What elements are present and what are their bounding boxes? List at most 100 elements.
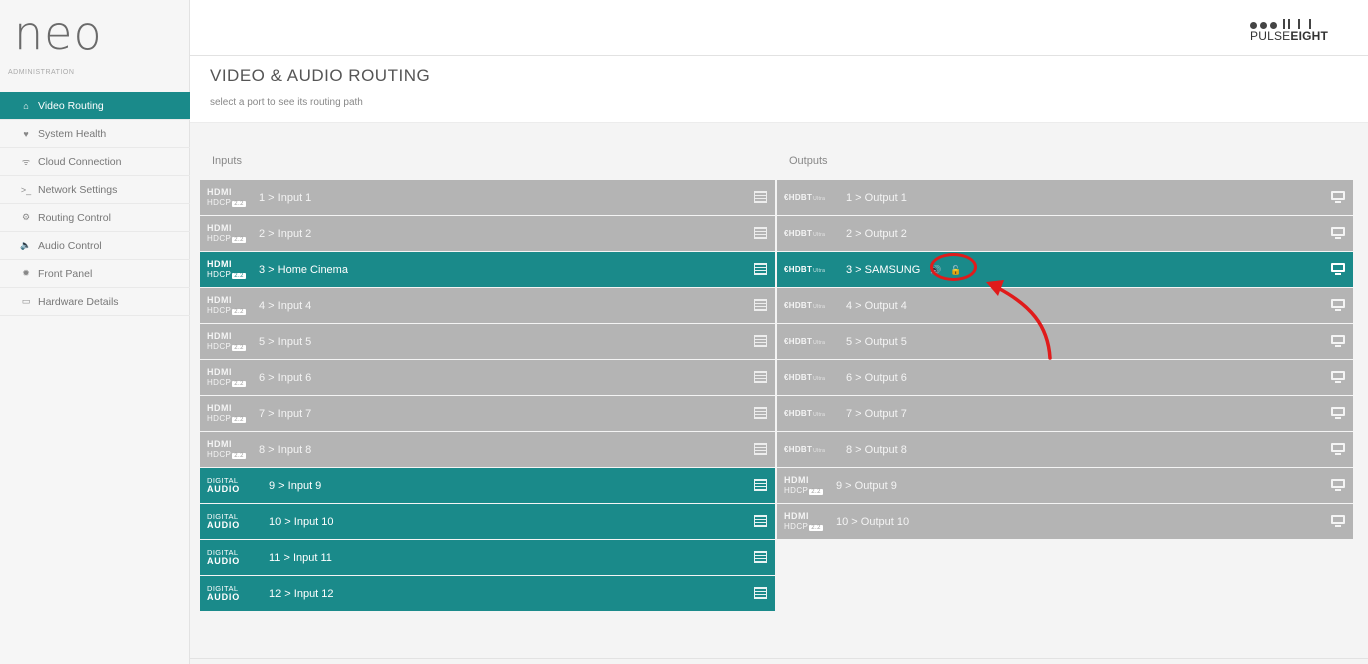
input-port-row[interactable]: HDMI HDCP 2.2 4 > Input 4 xyxy=(200,288,775,323)
input-port-name: 9 > Input 9 xyxy=(269,479,322,492)
hdmi-logo: HDMI HDCP 2.2 xyxy=(784,511,823,531)
hdbaset-logo: €HDBTUltra xyxy=(784,445,826,454)
routing-list-icon[interactable] xyxy=(754,191,767,203)
input-port-row[interactable]: HDMI HDCP 2.2 3 > Home Cinema xyxy=(200,252,775,287)
monitor-icon[interactable] xyxy=(1331,335,1345,348)
routing-list-icon[interactable] xyxy=(754,371,767,383)
inputs-heading: Inputs xyxy=(212,155,242,167)
sun-icon: ✹ xyxy=(22,268,30,278)
hdmi-logo: HDMI HDCP 2.2 xyxy=(207,295,246,315)
hdmi-logo: HDMI HDCP 2.2 xyxy=(207,403,246,423)
digital-audio-logo: DIGITAL AUDIO xyxy=(207,511,240,531)
input-port-row[interactable]: DIGITAL AUDIO 12 > Input 12 xyxy=(200,576,775,611)
digital-audio-logo: DIGITAL AUDIO xyxy=(207,547,240,567)
output-port-row[interactable]: €HDBTUltra 1 > Output 1 xyxy=(777,180,1353,215)
routing-list-icon[interactable] xyxy=(754,551,767,563)
hdmi-logo: HDMI HDCP 2.2 xyxy=(207,223,246,243)
input-port-name: 8 > Input 8 xyxy=(259,443,312,456)
output-port-name: 10 > Output 10 xyxy=(836,515,910,528)
input-port-row[interactable]: DIGITAL AUDIO 9 > Input 9 xyxy=(200,468,775,503)
input-port-row[interactable]: HDMI HDCP 2.2 2 > Input 2 xyxy=(200,216,775,251)
output-port-row[interactable]: €HDBTUltra 7 > Output 7 xyxy=(777,396,1353,431)
input-port-name: 1 > Input 1 xyxy=(259,191,312,204)
sidebar-item-hardware-details[interactable]: ▭ Hardware Details xyxy=(0,288,190,316)
sidebar-item-front-panel[interactable]: ✹ Front Panel xyxy=(0,260,190,288)
sidebar-item-label: Front Panel xyxy=(38,267,93,280)
input-port-name: 6 > Input 6 xyxy=(259,371,312,384)
monitor-icon[interactable] xyxy=(1331,371,1345,384)
monitor-icon[interactable] xyxy=(1331,515,1345,528)
input-port-name: 12 > Input 12 xyxy=(269,587,334,600)
input-port-row[interactable]: HDMI HDCP 2.2 7 > Input 7 xyxy=(200,396,775,431)
inputs-list: HDMI HDCP 2.2 1 > Input 1 HDMI HDCP 2.2 2 > Inp… xyxy=(200,180,775,612)
sidebar-item-network-settings[interactable]: >_ Network Settings xyxy=(0,176,190,204)
output-port-name: 1 > Output 1 xyxy=(846,191,907,204)
routing-list-icon[interactable] xyxy=(754,407,767,419)
digital-audio-logo: DIGITAL AUDIO xyxy=(207,583,240,603)
routing-list-icon[interactable] xyxy=(754,443,767,455)
input-port-row[interactable]: DIGITAL AUDIO 10 > Input 10 xyxy=(200,504,775,539)
pulse-eight-logo: PULSEEIGHT xyxy=(1250,17,1350,45)
gears-icon: ⚙ xyxy=(21,212,31,222)
annotation-arrow xyxy=(986,280,1052,360)
hdd-icon: ▭ xyxy=(21,296,31,306)
monitor-icon[interactable] xyxy=(1331,227,1345,240)
brand-mark xyxy=(1250,17,1311,29)
hdbaset-logo: €HDBTUltra xyxy=(784,409,826,418)
hdbaset-logo: €HDBTUltra xyxy=(784,373,826,382)
output-port-name: 7 > Output 7 xyxy=(846,407,907,420)
output-port-row[interactable]: HDMI HDCP 2.2 9 > Output 9 xyxy=(777,468,1353,503)
input-port-name: 7 > Input 7 xyxy=(259,407,312,420)
hdbaset-logo: €HDBTUltra xyxy=(784,229,826,238)
routing-list-icon[interactable] xyxy=(754,335,767,347)
output-port-row[interactable]: HDMI HDCP 2.2 10 > Output 10 xyxy=(777,504,1353,539)
sidebar-item-label: Cloud Connection xyxy=(38,155,122,168)
input-port-row[interactable]: HDMI HDCP 2.2 1 > Input 1 xyxy=(200,180,775,215)
divider xyxy=(190,658,1368,659)
sidebar-item-video-routing[interactable]: ⌂ Video Routing xyxy=(0,92,190,120)
output-port-row[interactable]: €HDBTUltra 8 > Output 8 xyxy=(777,432,1353,467)
routing-list-icon[interactable] xyxy=(754,587,767,599)
input-port-row[interactable]: HDMI HDCP 2.2 5 > Input 5 xyxy=(200,324,775,359)
monitor-icon[interactable] xyxy=(1331,191,1345,204)
volume-icon: 🔈 xyxy=(20,240,32,250)
routing-list-icon[interactable] xyxy=(754,263,767,275)
input-port-row[interactable]: HDMI HDCP 2.2 8 > Input 8 xyxy=(200,432,775,467)
monitor-icon[interactable] xyxy=(1331,299,1345,312)
outputs-heading: Outputs xyxy=(789,155,828,167)
routing-list-icon[interactable] xyxy=(754,227,767,239)
sidebar-item-system-health[interactable]: ♥ System Health xyxy=(0,120,190,148)
sidebar-item-cloud-connection[interactable]: ᯤ Cloud Connection xyxy=(0,148,190,176)
output-port-name: 3 > SAMSUNG 🔊 🔓 xyxy=(846,263,965,276)
input-port-name: 10 > Input 10 xyxy=(269,515,334,528)
top-bar: PULSEEIGHT xyxy=(190,0,1368,56)
hdmi-logo: HDMI HDCP 2.2 xyxy=(207,367,246,387)
input-port-row[interactable]: DIGITAL AUDIO 11 > Input 11 xyxy=(200,540,775,575)
page-title: VIDEO & AUDIO ROUTING xyxy=(210,66,431,85)
terminal-icon: >_ xyxy=(20,184,32,195)
heart-icon: ♥ xyxy=(23,128,29,139)
routing-list-icon[interactable] xyxy=(754,515,767,527)
routing-list-icon[interactable] xyxy=(754,479,767,491)
sidebar-item-label: Video Routing xyxy=(38,99,104,112)
sidebar: neo ADMINISTRATION ⌂ Video Routing ♥ System… xyxy=(0,0,190,664)
hdbaset-logo: €HDBTUltra xyxy=(784,337,826,346)
routing-list-icon[interactable] xyxy=(754,299,767,311)
output-port-name: 4 > Output 4 xyxy=(846,299,907,312)
output-port-name: 8 > Output 8 xyxy=(846,443,907,456)
input-port-name: 2 > Input 2 xyxy=(259,227,312,240)
page-subtitle: select a port to see its routing path xyxy=(210,97,363,108)
sidebar-section-label: ADMINISTRATION xyxy=(8,69,75,76)
input-port-name: 5 > Input 5 xyxy=(259,335,312,348)
input-port-row[interactable]: HDMI HDCP 2.2 6 > Input 6 xyxy=(200,360,775,395)
sidebar-item-audio-control[interactable]: 🔈 Audio Control xyxy=(0,232,190,260)
hdmi-logo: HDMI HDCP 2.2 xyxy=(784,475,823,495)
input-port-name: 4 > Input 4 xyxy=(259,299,312,312)
monitor-icon[interactable] xyxy=(1331,443,1345,456)
output-port-row[interactable]: €HDBTUltra 2 > Output 2 xyxy=(777,216,1353,251)
sidebar-item-routing-control[interactable]: ⚙ Routing Control xyxy=(0,204,190,232)
monitor-icon[interactable] xyxy=(1331,479,1345,492)
monitor-icon[interactable] xyxy=(1331,263,1345,276)
hdbaset-logo: €HDBTUltra xyxy=(784,301,826,310)
monitor-icon[interactable] xyxy=(1331,407,1345,420)
